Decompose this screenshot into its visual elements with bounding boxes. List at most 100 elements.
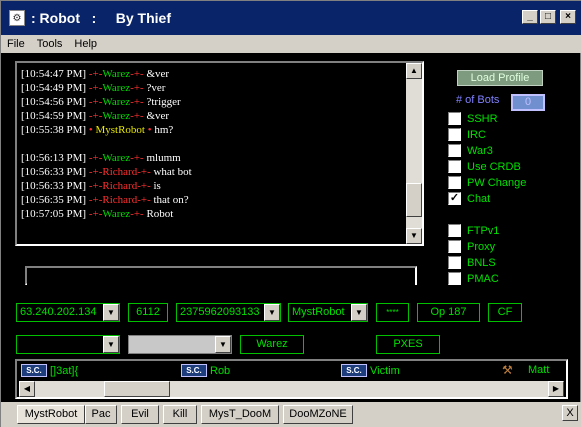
tab-doomzone[interactable]: DooMZoNE bbox=[283, 405, 353, 424]
checkbox[interactable] bbox=[448, 160, 461, 173]
bots-count-field[interactable]: 0 bbox=[511, 94, 545, 111]
menu-tools[interactable]: Tools bbox=[31, 38, 69, 50]
maximize-button[interactable]: □ bbox=[540, 10, 556, 24]
main-window: ⚙ : Robot : By Thief _ □ × File Tools He… bbox=[0, 0, 581, 427]
cdkey-select[interactable]: 2375962093133 ▼ bbox=[176, 303, 281, 322]
account-select[interactable]: MystRobot ▼ bbox=[288, 303, 368, 322]
chat-suffix: -+- bbox=[137, 166, 154, 178]
chat-log[interactable]: [10:54:47 PM] -+-Warez-+- &ver [10:54:49 … bbox=[15, 61, 424, 246]
checkbox[interactable] bbox=[448, 224, 461, 237]
option-pmac[interactable]: PMAC bbox=[448, 272, 499, 285]
option-label: FTPv1 bbox=[467, 224, 500, 237]
chat-message: ?ver bbox=[146, 82, 166, 94]
checkbox[interactable] bbox=[448, 176, 461, 189]
checkbox[interactable]: ✓ bbox=[448, 192, 461, 205]
menu-help[interactable]: Help bbox=[68, 38, 103, 50]
option-irc[interactable]: IRC bbox=[448, 128, 486, 141]
title-bar[interactable]: ⚙ : Robot : By Thief _ □ × bbox=[1, 1, 581, 35]
minimize-button[interactable]: _ bbox=[522, 10, 538, 24]
password-field[interactable]: **** bbox=[376, 303, 409, 322]
pxes-button[interactable]: PXES bbox=[376, 335, 440, 354]
option-sshr[interactable]: SSHR bbox=[448, 112, 498, 125]
tab-pac[interactable]: Pac bbox=[85, 405, 117, 424]
message-input[interactable] bbox=[27, 270, 415, 286]
scroll-thumb[interactable] bbox=[104, 381, 170, 397]
option-proxy[interactable]: Proxy bbox=[448, 240, 495, 253]
chevron-down-icon[interactable]: ▼ bbox=[103, 304, 119, 321]
option-chat[interactable]: ✓ Chat bbox=[448, 192, 490, 205]
scroll-left-icon[interactable]: ◀ bbox=[19, 381, 35, 397]
chevron-down-icon[interactable]: ▼ bbox=[264, 304, 280, 321]
channel-user[interactable]: S.C. Rob bbox=[181, 364, 230, 377]
scroll-right-icon[interactable]: ▶ bbox=[548, 381, 564, 397]
channel-user[interactable]: S.C. Victim bbox=[341, 364, 400, 377]
option-ftpv1[interactable]: FTPv1 bbox=[448, 224, 499, 237]
chat-line: [10:54:47 PM] -+-Warez-+- &ver bbox=[21, 67, 406, 81]
checkbox[interactable] bbox=[448, 112, 461, 125]
option-label: IRC bbox=[467, 128, 486, 141]
user-name: Rob bbox=[210, 364, 231, 377]
option-select-1[interactable]: ▼ bbox=[16, 335, 120, 354]
option-select-2[interactable]: ▼ bbox=[128, 335, 232, 354]
chat-nick: Warez bbox=[102, 152, 131, 164]
option-label: BNLS bbox=[467, 256, 496, 269]
chat-message: hm? bbox=[154, 124, 174, 136]
chat-line: [10:56:33 PM] -+-Richard-+- what bot bbox=[21, 165, 406, 179]
load-profile-button[interactable]: Load Profile bbox=[457, 70, 543, 86]
checkbox[interactable] bbox=[448, 240, 461, 253]
option-bnls[interactable]: BNLS bbox=[448, 256, 496, 269]
checkbox[interactable] bbox=[448, 128, 461, 141]
chat-nick: Richard bbox=[102, 180, 138, 192]
tab-mystrobot[interactable]: MystRobot bbox=[17, 405, 85, 424]
chat-scrollbar[interactable]: ▲ ▼ bbox=[406, 63, 422, 244]
tab-evil[interactable]: Evil bbox=[121, 405, 159, 424]
message-input-box[interactable] bbox=[25, 266, 417, 286]
op-field[interactable]: Op 187 bbox=[417, 303, 480, 322]
scroll-thumb[interactable] bbox=[406, 183, 422, 217]
port-field[interactable]: 6112 bbox=[128, 303, 168, 322]
option-label: PW Change bbox=[467, 176, 527, 189]
chevron-down-icon[interactable]: ▼ bbox=[351, 304, 367, 321]
option-use-crdb[interactable]: Use CRDB bbox=[448, 160, 521, 173]
user-name: Matt bbox=[528, 364, 550, 376]
channel-user[interactable]: ⚒ Matt bbox=[502, 364, 549, 376]
checkbox[interactable] bbox=[448, 144, 461, 157]
checkbox[interactable] bbox=[448, 256, 461, 269]
chat-suffix: -+- bbox=[130, 152, 147, 164]
tab-myst-doom[interactable]: MysT_DooM bbox=[201, 405, 279, 424]
chat-nick: Richard bbox=[102, 166, 138, 178]
chat-suffix: -+- bbox=[130, 110, 147, 122]
chat-line: [10:56:13 PM] -+-Warez-+- mlumm bbox=[21, 151, 406, 165]
chat-prefix: -+- bbox=[86, 68, 103, 80]
chat-message: that on? bbox=[153, 194, 189, 206]
window-title: : Robot : By Thief bbox=[31, 10, 171, 26]
chat-message: what bot bbox=[153, 166, 192, 178]
option-pw-change[interactable]: PW Change bbox=[448, 176, 526, 189]
cf-button[interactable]: CF bbox=[488, 303, 522, 322]
chat-suffix: -+- bbox=[137, 194, 154, 206]
bots-label: # of Bots bbox=[456, 94, 500, 106]
channel-user-list[interactable]: S.C. []3at]{ S.C. Rob S.C. Victim ⚒ Matt… bbox=[15, 359, 568, 399]
option-war3[interactable]: War3 bbox=[448, 144, 493, 157]
checkbox[interactable] bbox=[448, 272, 461, 285]
app-icon[interactable]: ⚙ bbox=[9, 10, 25, 26]
server-select[interactable]: 63.240.202.134 ▼ bbox=[16, 303, 120, 322]
chevron-down-icon[interactable]: ▼ bbox=[215, 336, 231, 353]
warez-button[interactable]: Warez bbox=[240, 335, 304, 354]
chat-suffix: • bbox=[144, 124, 155, 136]
close-button[interactable]: × bbox=[560, 10, 576, 24]
channel-scrollbar[interactable]: ◀ ▶ bbox=[19, 381, 564, 397]
chevron-down-icon[interactable]: ▼ bbox=[103, 336, 119, 353]
server-value: 63.240.202.134 bbox=[20, 306, 97, 318]
scroll-down-icon[interactable]: ▼ bbox=[406, 228, 422, 244]
channel-user[interactable]: S.C. []3at]{ bbox=[21, 364, 78, 377]
tab-kill[interactable]: Kill bbox=[163, 405, 197, 424]
menu-file[interactable]: File bbox=[1, 38, 31, 50]
close-tab-button[interactable]: X bbox=[562, 405, 578, 421]
chat-ts: [10:54:56 PM] bbox=[21, 96, 87, 108]
chat-ts: [10:56:33 PM] bbox=[21, 166, 87, 178]
chat-prefix: -+- bbox=[86, 96, 103, 108]
chat-message: mlumm bbox=[146, 152, 181, 164]
scroll-up-icon[interactable]: ▲ bbox=[406, 63, 422, 79]
chat-ts: [10:54:59 PM] bbox=[21, 110, 87, 122]
